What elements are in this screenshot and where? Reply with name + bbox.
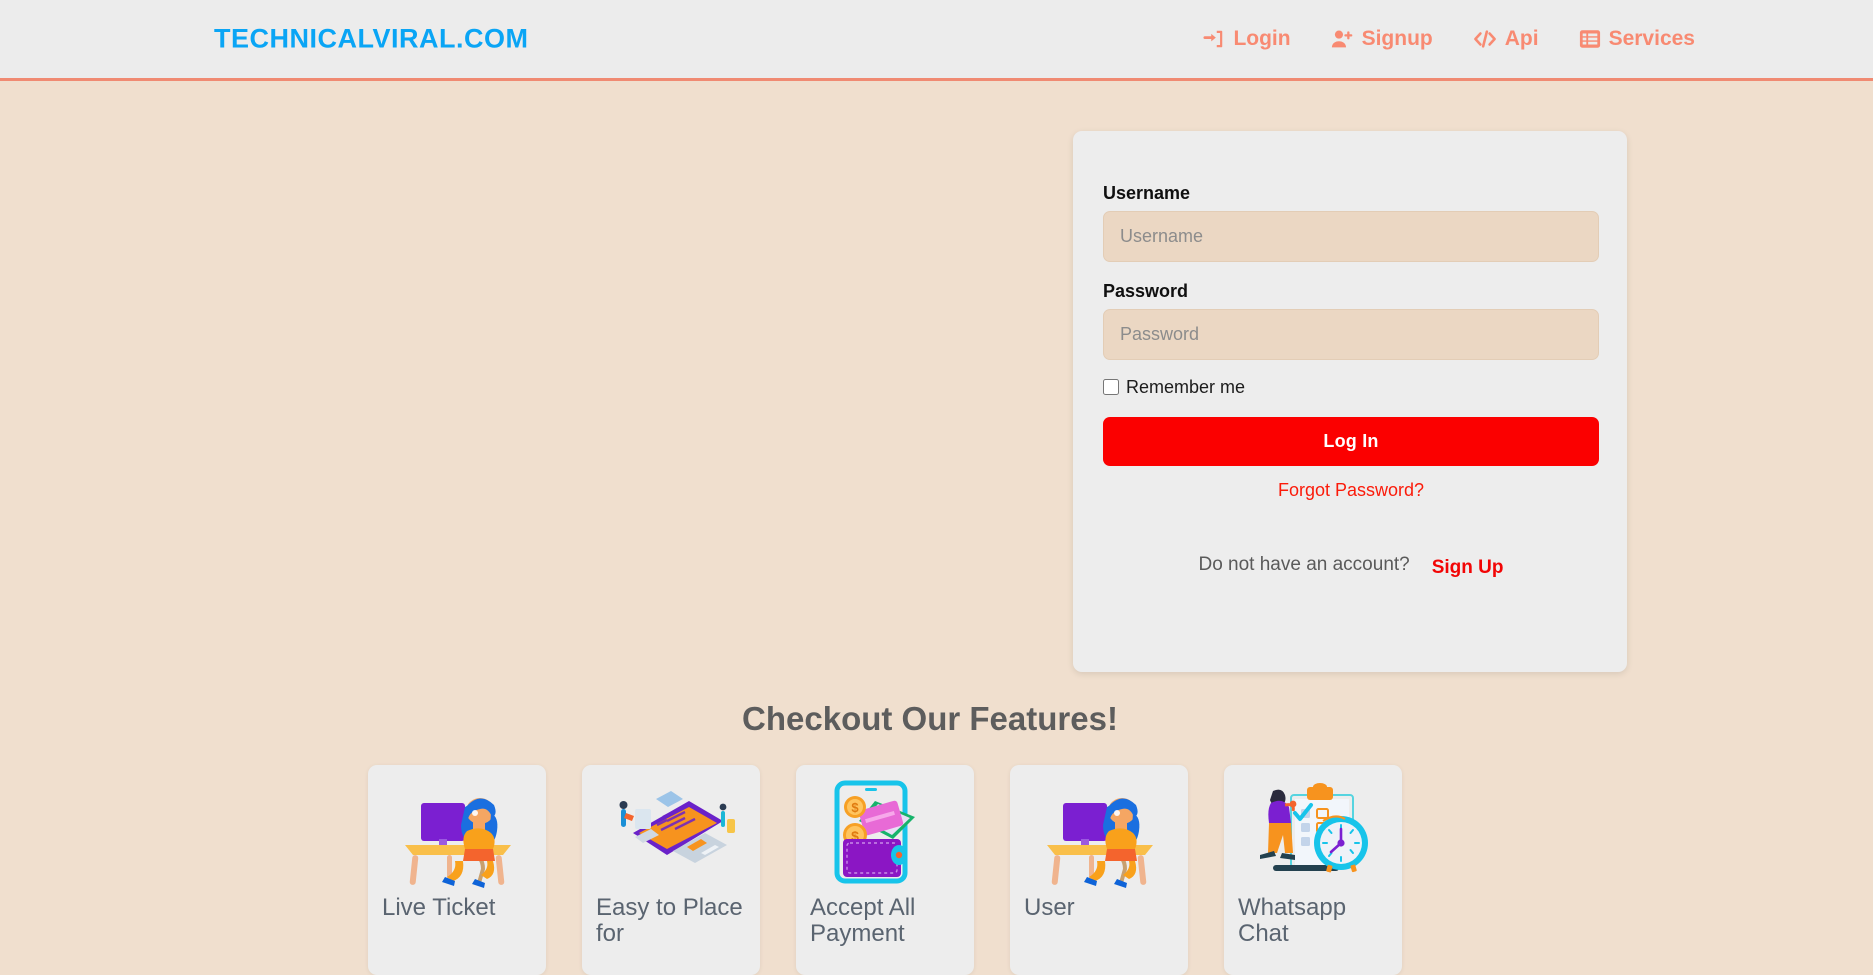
feature-card-whatsapp-chat[interactable]: Whatsapp Chat	[1224, 765, 1402, 975]
feature-card-easy-to-place[interactable]: Easy to Place for	[582, 765, 760, 975]
list-table-icon	[1579, 28, 1601, 50]
woman-at-desk-illustration	[382, 777, 532, 889]
woman-at-desk-illustration	[1024, 777, 1174, 889]
phone-payment-illustration	[596, 777, 746, 889]
features-row: Live Ticket Easy to Place for $ $ Accept…	[368, 765, 1402, 975]
login-card: Username Password Remember me Log In For…	[1073, 131, 1627, 672]
username-label: Username	[1103, 183, 1191, 203]
features-heading: Checkout Our Features!	[742, 700, 1118, 737]
clipboard-clock-illustration	[1238, 777, 1388, 889]
feature-card-accept-all-payment[interactable]: $ $ Accept All Payment	[796, 765, 974, 975]
password-input[interactable]	[1103, 309, 1599, 360]
site-logo[interactable]: TECHNICALVIRAL.COM	[214, 24, 528, 55]
nav-label-login: Login	[1233, 27, 1291, 50]
password-label: Password	[1103, 281, 1189, 301]
nav-label-services: Services	[1608, 27, 1695, 50]
username-input[interactable]	[1103, 211, 1599, 262]
feature-title: Accept All Payment	[810, 894, 916, 947]
remember-me-checkbox[interactable]	[1103, 379, 1119, 395]
feature-card-user[interactable]: User	[1010, 765, 1188, 975]
feature-title: Whatsapp Chat	[1238, 894, 1347, 947]
login-form: Username Password Remember me Log In For…	[1103, 183, 1599, 579]
log-in-button[interactable]: Log In	[1103, 417, 1599, 466]
feature-card-live-ticket[interactable]: Live Ticket	[368, 765, 546, 975]
wallet-phone-illustration: $ $	[810, 777, 960, 889]
signup-prompt-row: Do not have an account? Sign Up	[1103, 554, 1599, 579]
nav-item-signup[interactable]: Signup	[1331, 27, 1433, 51]
forgot-password-link[interactable]: Forgot Password?	[1103, 480, 1599, 501]
user-plus-icon	[1331, 28, 1354, 50]
sign-up-link[interactable]: Sign Up	[1432, 557, 1504, 579]
nav-label-api: Api	[1504, 27, 1539, 50]
remember-me-row: Remember me	[1103, 378, 1599, 396]
code-icon	[1473, 28, 1497, 50]
nav-item-services[interactable]: Services	[1579, 27, 1695, 51]
signup-question-text: Do not have an account?	[1198, 554, 1410, 575]
main-navigation: Login Signup Api Services	[1203, 27, 1695, 51]
site-header: TECHNICALVIRAL.COM Login Signup Api Serv…	[0, 0, 1873, 81]
sign-in-icon	[1203, 28, 1225, 50]
feature-title: Live Ticket	[382, 894, 496, 921]
svg-text:$: $	[851, 800, 859, 815]
remember-me-label: Remember me	[1126, 377, 1246, 397]
nav-label-signup: Signup	[1361, 27, 1433, 50]
feature-title: User	[1024, 894, 1075, 921]
nav-item-api[interactable]: Api	[1473, 27, 1539, 51]
feature-title: Easy to Place for	[596, 894, 743, 947]
nav-item-login[interactable]: Login	[1203, 27, 1291, 51]
